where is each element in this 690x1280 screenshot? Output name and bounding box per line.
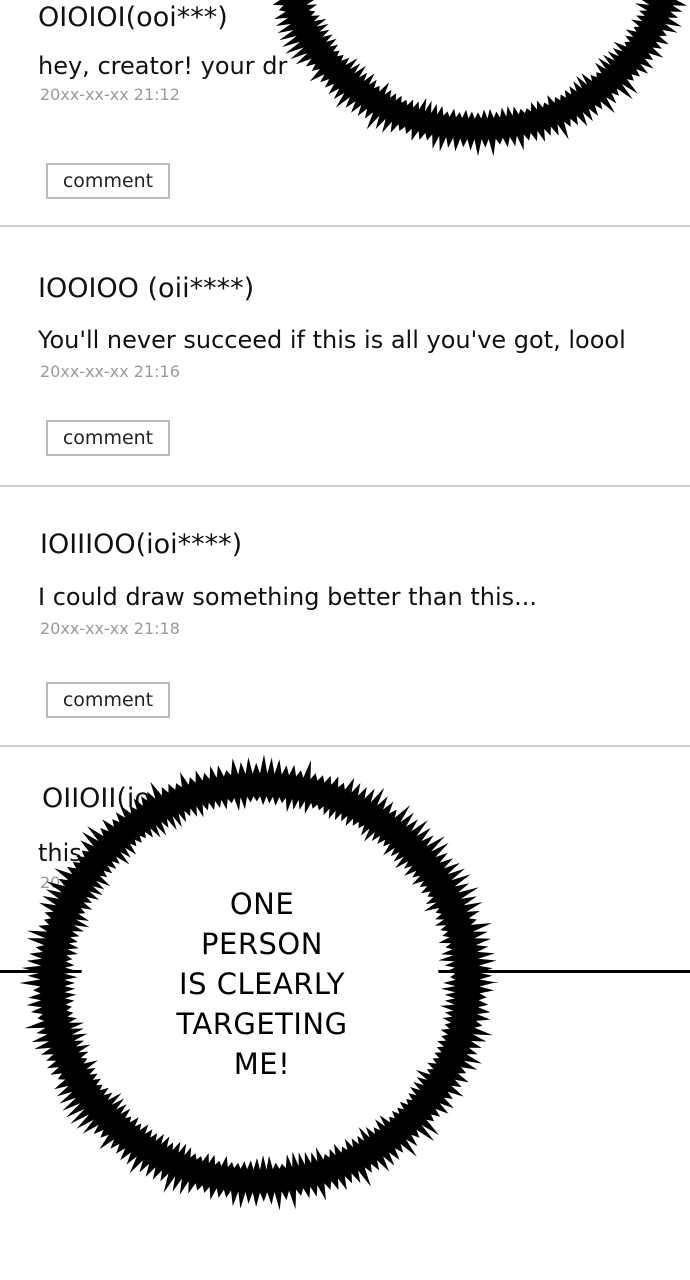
speech-line: ME!	[233, 1047, 291, 1081]
speech-bubble-text: ONE PERSON IS CLEARLY TARGETING ME!	[162, 884, 362, 1084]
speech-burst-graphics	[19, 0, 687, 1211]
top-speech-burst	[272, 0, 687, 157]
speech-line: PERSON	[201, 927, 323, 961]
speech-line: IS CLEARLY	[179, 967, 345, 1001]
speech-line: ONE	[229, 887, 295, 921]
speech-line: TARGETING	[176, 1007, 348, 1041]
